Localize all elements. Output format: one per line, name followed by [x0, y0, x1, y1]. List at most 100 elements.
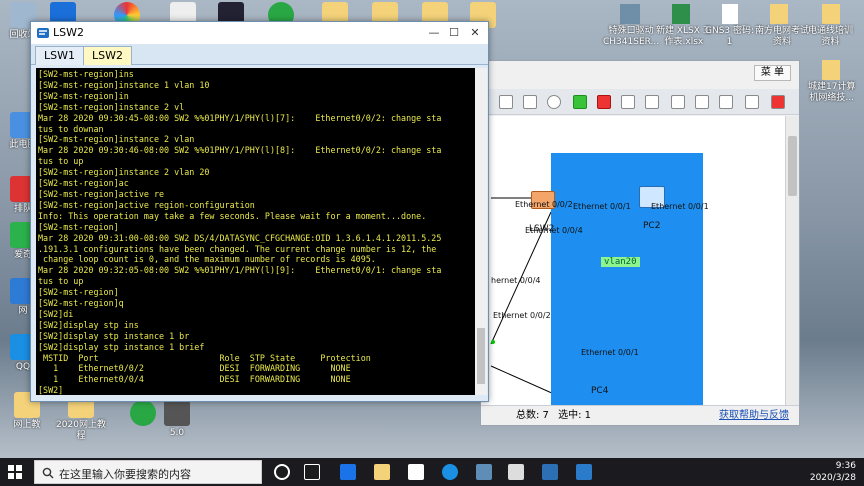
console-line: MSTID Port Role STP State Protection	[38, 352, 371, 363]
scrollbar-thumb[interactable]	[788, 136, 797, 196]
console-output[interactable]: [SW2-mst-region]ins [SW2-mst-region]insta…	[36, 68, 475, 395]
task-view-icon[interactable]	[304, 464, 320, 480]
stop-icon[interactable]	[597, 95, 611, 109]
console-line: [SW2-mst-region]instance 2 vlan 20	[38, 167, 210, 178]
terminal-taskbar-icon[interactable]	[542, 464, 558, 480]
app-taskbar-icon[interactable]	[508, 464, 524, 480]
folder-icon[interactable]	[822, 4, 840, 24]
search-placeholder: 在这里输入你要搜索的内容	[59, 468, 191, 481]
port-label: Ethernet 0/0/1	[573, 202, 631, 211]
console-line: [SW2-mst-region]instance 2 vlan	[38, 134, 195, 145]
topology-layer: vlan20 LSW2 PC2 PC4 Ethernet 0/0/2 Ether…	[481, 116, 787, 407]
qq-icon[interactable]	[442, 464, 458, 480]
folder-icon[interactable]	[822, 60, 840, 80]
tab-bar: LSW1 LSW2	[31, 44, 488, 65]
palette-icon[interactable]	[695, 95, 709, 109]
ensp-toolbar	[481, 89, 799, 115]
console-line: [SW2]display stp instance 1 br	[38, 330, 190, 341]
console-line: 1 Ethernet0/0/4 DESI FORWARDING NONE	[38, 374, 351, 385]
console-line: Mar 28 2020 09:32:05-08:00 SW2 %%01PHY/1…	[38, 265, 442, 276]
console-scrollbar[interactable]	[475, 68, 487, 395]
file-explorer-icon[interactable]	[374, 464, 390, 480]
console-line: Mar 28 2020 09:30:46-08:00 SW2 %%01PHY/1…	[38, 145, 442, 156]
ensp-taskbar-icon[interactable]	[476, 464, 492, 480]
tab-lsw2[interactable]: LSW2	[83, 46, 132, 65]
terminal-icon[interactable]	[719, 95, 733, 109]
folder-label-3: 城建17计算 机网络技...	[808, 82, 856, 103]
console-line: tus to up	[38, 276, 84, 287]
tab-lsw1[interactable]: LSW1	[35, 46, 84, 65]
console-line: [SW2-mst-region]active region-configurat…	[38, 199, 255, 210]
edge-icon[interactable]	[340, 464, 356, 480]
xlsx-icon-label: 新建 XLSX 工 作表.xlsx	[656, 26, 712, 47]
rectangle-icon[interactable]	[671, 95, 685, 109]
console-line: [SW2-mst-region]ins	[38, 69, 134, 79]
console-line: .191.3.1 configurations have been change…	[38, 243, 437, 254]
windows-start-icon[interactable]	[8, 465, 22, 479]
settings-icon[interactable]	[547, 95, 561, 109]
taskbar-search-box[interactable]: 在这里输入你要搜索的内容	[34, 460, 262, 484]
folder-icon[interactable]	[770, 4, 788, 24]
clock-date: 2020/3/28	[809, 473, 856, 483]
driver-icon-label: 特殊口驱动 CH341SER...	[603, 26, 660, 47]
canvas-scrollbar[interactable]	[785, 116, 799, 407]
window-title: LSW2	[53, 26, 84, 39]
ensp-window[interactable]: 菜 单 vlan20 LSW2 PC2 PC4 Ethernet 0/0/2 E…	[480, 60, 800, 426]
folder-label-1: 南方电网考试 资料	[755, 26, 810, 47]
grid-icon[interactable]	[645, 95, 659, 109]
huawei-icon[interactable]	[771, 95, 785, 109]
scrollbar-thumb[interactable]	[477, 328, 485, 384]
console-line: [SW2]display stp instance 1 brief	[38, 341, 205, 352]
console-line: tus to downan	[38, 123, 104, 134]
menu-button[interactable]: 菜 单	[753, 65, 791, 81]
doc-icon[interactable]	[722, 4, 738, 24]
console-line: [SW2-mst-region]q	[38, 298, 124, 309]
console-line: [SW2-mst-region]instance 1 vlan 10	[38, 79, 210, 90]
total-count: 总数: 7	[516, 410, 549, 421]
system-tray[interactable]: 9:36 2020/3/28	[736, 460, 856, 484]
console-line: [SW2-mst-region]	[38, 221, 119, 232]
chrome-icon	[130, 400, 156, 426]
console-line: [SW2]display stp ins	[38, 319, 139, 330]
console-line: [SW2-mst-region]	[38, 287, 119, 298]
vlan-area	[551, 153, 703, 407]
console-line: change loop count is 0, and the maximum …	[38, 254, 376, 265]
console-line: [SW2-mst-region]in	[38, 90, 129, 101]
console-line: tus to up	[38, 156, 84, 167]
ensp-statusbar: 总数: 7 选中: 1 获取帮助与反馈	[481, 405, 799, 425]
console-line: Mar 28 2020 09:31:00-08:00 SW2 DS/4/DATA…	[38, 232, 442, 243]
help-feedback-link[interactable]: 获取帮助与反馈	[719, 406, 789, 426]
port-label: Ethernet 0/0/1	[581, 348, 639, 357]
cortana-icon[interactable]	[274, 464, 290, 480]
maximize-button[interactable]: ☐	[444, 24, 464, 41]
arrow-back-icon[interactable]	[499, 95, 513, 109]
port-label: hernet 0/0/4	[491, 276, 541, 285]
console-line: [SW2-mst-region]instance 2 vl	[38, 101, 185, 112]
selected-count: 选中: 1	[558, 410, 592, 421]
title-bar[interactable]: LSW2 — ☐ ✕	[31, 22, 488, 44]
port-label: Ethernet 0/0/4	[525, 226, 583, 235]
console-line: [SW2]di	[38, 308, 74, 319]
lsw2-console-window[interactable]: LSW2 — ☐ ✕ LSW1 LSW2 [SW2-mst-region]ins…	[30, 21, 489, 402]
port-label: Ethernet 0/0/2	[515, 200, 573, 209]
console-line: [SW2]	[38, 385, 64, 395]
console-line: [SW2-mst-region]ac	[38, 178, 129, 189]
driver-icon[interactable]	[620, 4, 640, 24]
minimize-button[interactable]: —	[424, 24, 444, 41]
xlsx-icon[interactable]	[672, 4, 690, 24]
search-icon	[42, 467, 54, 479]
message-icon[interactable]	[745, 95, 759, 109]
wave-taskbar-icon[interactable]	[576, 464, 592, 480]
chart-icon[interactable]	[523, 95, 537, 109]
pc2-label: PC2	[643, 221, 661, 231]
port-label: Ethernet 0/0/1	[651, 202, 709, 211]
console-line: [SW2-mst-region]active re	[38, 188, 165, 199]
folder-label-2: 电通线培训 资料	[808, 26, 854, 47]
port-label: Ethernet 0/0/2	[493, 311, 551, 320]
close-button[interactable]: ✕	[465, 24, 485, 41]
desktop-icon-bottom-app[interactable]: 5.0	[154, 400, 200, 439]
capture-icon[interactable]	[621, 95, 635, 109]
store-icon[interactable]	[408, 464, 424, 480]
vlan-label: vlan20	[601, 257, 640, 267]
start-icon[interactable]	[573, 95, 587, 109]
